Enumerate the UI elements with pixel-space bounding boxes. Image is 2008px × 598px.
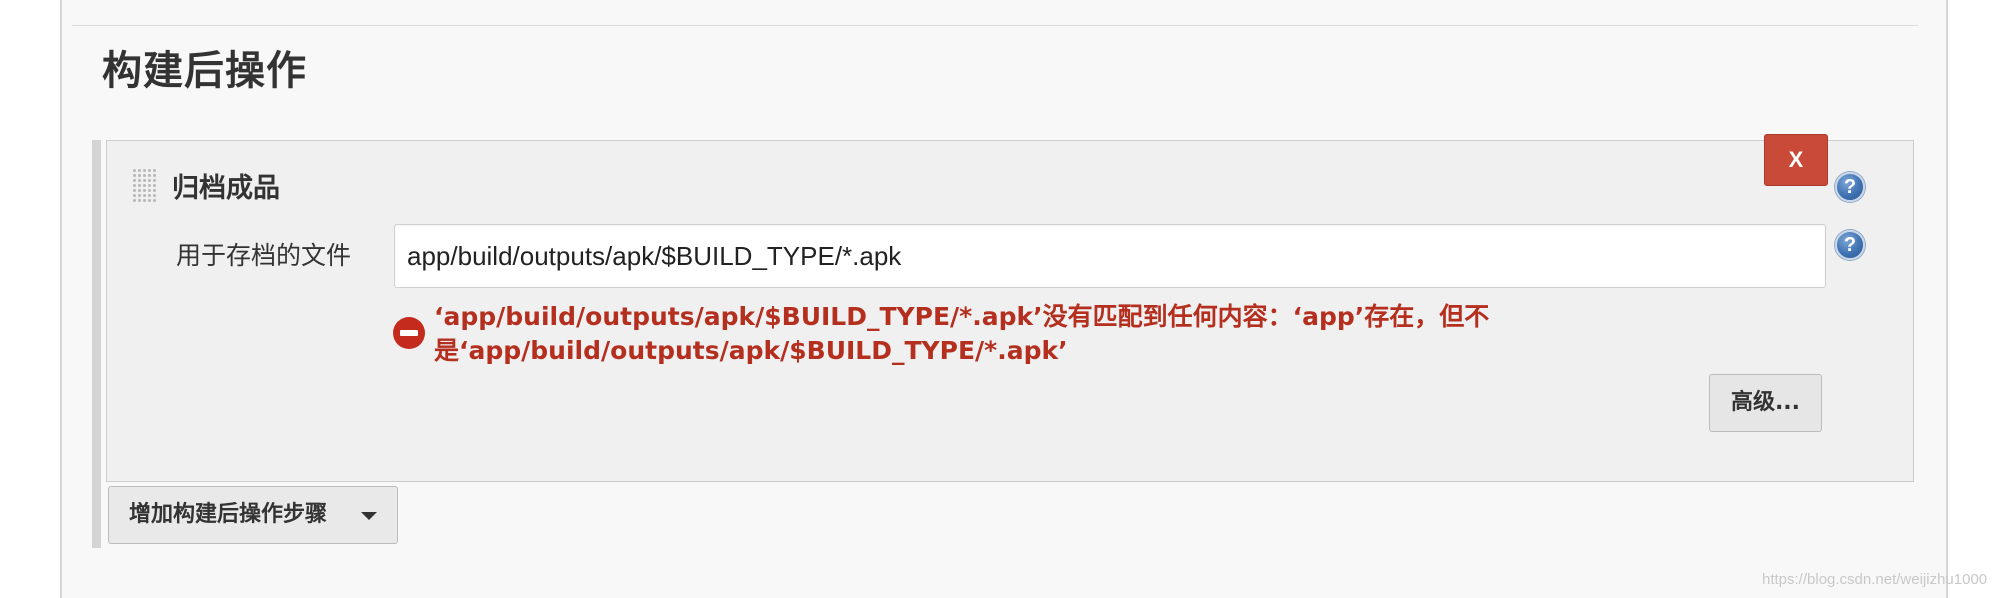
- section-title: 构建后操作: [102, 48, 307, 94]
- section-divider: [72, 25, 1918, 26]
- drag-handle-icon[interactable]: [132, 168, 156, 204]
- error-line-2: 是‘app/build/outputs/apk/$BUILD_TYPE/*.ap…: [434, 336, 1068, 365]
- caret-down-icon: [361, 512, 377, 520]
- add-step-label: 增加构建后操作步骤: [129, 502, 328, 527]
- add-post-build-step-button[interactable]: 增加构建后操作步骤: [108, 486, 398, 544]
- artifacts-field-label: 用于存档的文件: [176, 241, 352, 270]
- validation-error: ‘app/build/outputs/apk/$BUILD_TYPE/*.apk…: [434, 300, 1514, 368]
- step-title: 归档成品: [172, 173, 280, 204]
- advanced-button[interactable]: 高级...: [1709, 374, 1822, 432]
- page: 构建后操作 归档成品 X ? 用于存档的文件 ? ‘app/build/outp…: [0, 0, 2008, 598]
- error-line-1: ‘app/build/outputs/apk/$BUILD_TYPE/*.apk…: [434, 302, 1490, 331]
- step-help-icon[interactable]: ?: [1835, 172, 1865, 202]
- watermark: https://blog.csdn.net/weijizhu1000: [1762, 571, 1988, 588]
- section-left-bar: [92, 140, 101, 548]
- error-icon: [393, 317, 425, 349]
- field-help-icon[interactable]: ?: [1835, 230, 1865, 260]
- artifacts-input[interactable]: [394, 224, 1826, 288]
- delete-step-button[interactable]: X: [1764, 134, 1828, 186]
